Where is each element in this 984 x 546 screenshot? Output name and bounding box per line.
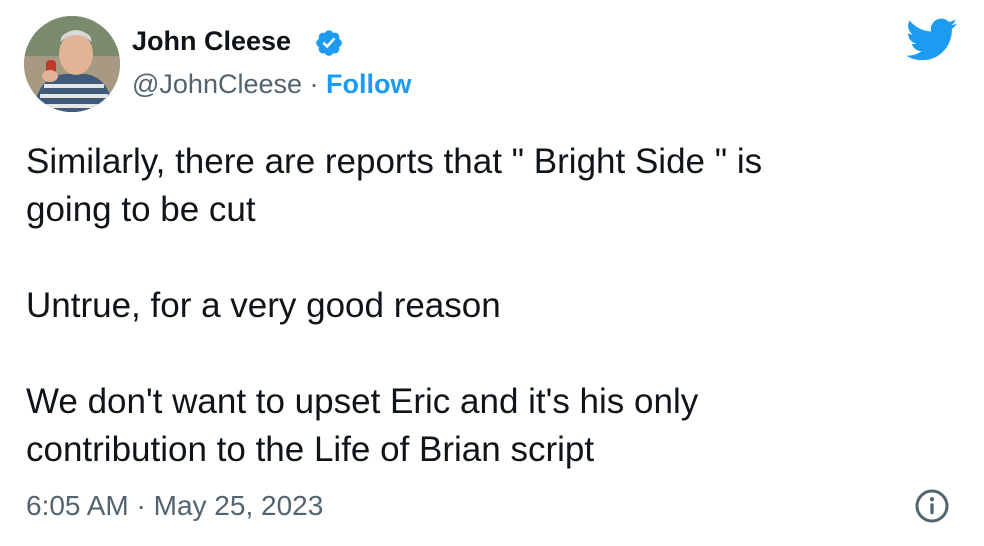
follow-link[interactable]: Follow <box>326 69 411 99</box>
handle-line: @JohnCleese · Follow <box>132 66 412 102</box>
avatar-photo <box>24 16 120 112</box>
info-icon[interactable] <box>914 488 950 524</box>
tweet-timestamp[interactable]: 6:05 AM · May 25, 2023 <box>26 486 323 526</box>
tweet-date: May 25, 2023 <box>153 490 324 521</box>
tweet-card: John Cleese @JohnCleese · Follow Similar… <box>0 0 984 546</box>
handle-separator: · <box>302 69 327 99</box>
author-handle[interactable]: @JohnCleese <box>132 69 302 99</box>
twitter-bird-icon[interactable] <box>906 18 958 62</box>
tweet-time: 6:05 AM <box>26 490 129 521</box>
author-avatar[interactable] <box>24 16 120 112</box>
author-name[interactable]: John Cleese <box>132 24 291 58</box>
date-separator: · <box>128 490 154 521</box>
verified-badge-icon <box>316 30 342 56</box>
tweet-body: Similarly, there are reports that " Brig… <box>26 142 763 469</box>
